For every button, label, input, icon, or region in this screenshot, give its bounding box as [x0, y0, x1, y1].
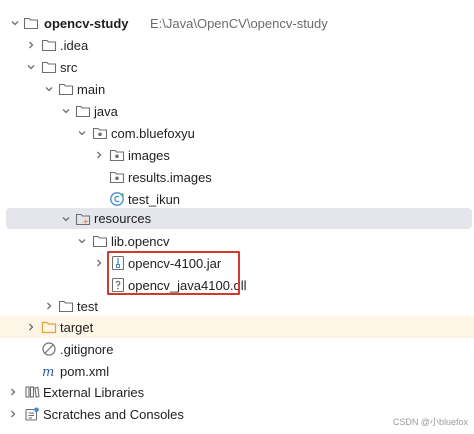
chevron-down-icon[interactable]	[9, 17, 21, 29]
chevron-right-icon[interactable]	[7, 408, 19, 420]
tree-item-external-libraries[interactable]: External Libraries	[0, 381, 474, 403]
tree-item-main[interactable]: main	[0, 78, 474, 100]
package-icon	[109, 169, 125, 185]
tree-item-target[interactable]: target	[0, 316, 474, 338]
chevron-right-icon[interactable]	[93, 149, 105, 161]
java-class-icon	[109, 191, 125, 207]
folder-icon	[23, 15, 39, 31]
chevron-right-icon[interactable]	[7, 386, 19, 398]
tree-item-results-images[interactable]: results.images	[0, 166, 474, 188]
folder-icon	[58, 81, 74, 97]
watermark: CSDN @小bluefox	[392, 417, 468, 427]
project-path: E:\Java\OpenCV\opencv-study	[150, 15, 328, 31]
chevron-down-icon[interactable]	[76, 235, 88, 247]
tree-item-label: External Libraries	[43, 384, 145, 400]
maven-icon: m	[41, 363, 57, 379]
chevron-right-icon[interactable]	[25, 39, 37, 51]
folder-icon	[41, 37, 57, 53]
library-icon	[24, 384, 40, 400]
folder-icon	[41, 59, 57, 75]
tree-item-label: lib.opencv	[111, 233, 170, 249]
tree-item-label: Scratches and Consoles	[43, 406, 184, 422]
folder-icon	[92, 233, 108, 249]
chevron-right-icon[interactable]	[43, 300, 55, 312]
chevron-down-icon[interactable]	[60, 213, 72, 225]
tree-item-label: test_ikun	[128, 191, 181, 207]
tree-item-idea[interactable]: .idea	[0, 34, 474, 56]
resources-folder-icon	[75, 211, 91, 227]
ignore-file-icon	[41, 341, 57, 357]
tree-item-test-ikun[interactable]: test_ikun	[0, 188, 474, 210]
project-name: opencv-study	[44, 15, 129, 31]
chevron-right-icon[interactable]	[25, 321, 37, 333]
tree-item-test[interactable]: test	[0, 295, 474, 317]
tree-item-resources[interactable]: resources	[6, 208, 472, 229]
tree-item-lib-opencv[interactable]: lib.opencv	[0, 230, 474, 252]
tree-item-label: test	[77, 298, 98, 314]
tree-item-label: .gitignore	[60, 341, 114, 357]
tree-item-label: images	[128, 147, 170, 163]
chevron-down-icon[interactable]	[60, 105, 72, 117]
tree-item-opencv-study[interactable]: opencv-study E:\Java\OpenCV\opencv-study	[0, 12, 474, 34]
project-tree: opencv-study E:\Java\OpenCV\opencv-study…	[0, 0, 474, 434]
tree-item-images[interactable]: images	[0, 144, 474, 166]
scratches-icon	[24, 406, 40, 422]
tree-item-label: target	[60, 319, 94, 335]
tree-item-label: java	[94, 103, 118, 119]
source-folder-icon	[75, 103, 91, 119]
chevron-down-icon[interactable]	[25, 61, 37, 73]
svg-text:m: m	[42, 365, 54, 379]
tree-item-gitignore[interactable]: .gitignore	[0, 338, 474, 360]
tree-item-pom[interactable]: m pom.xml	[0, 360, 474, 382]
tree-item-label: resources	[94, 211, 152, 226]
excluded-folder-icon	[41, 319, 57, 335]
tree-item-package[interactable]: com.bluefoxyu	[0, 122, 474, 144]
tree-item-label: results.images	[128, 169, 212, 185]
package-icon	[92, 125, 108, 141]
chevron-down-icon[interactable]	[43, 83, 55, 95]
folder-icon	[58, 298, 74, 314]
tree-item-label: pom.xml	[60, 363, 110, 379]
tree-item-label: .idea	[60, 37, 89, 53]
tree-item-label: src	[60, 59, 78, 75]
chevron-down-icon[interactable]	[76, 127, 88, 139]
tree-item-label: com.bluefoxyu	[111, 125, 195, 141]
package-icon	[109, 147, 125, 163]
tree-item-label: main	[77, 81, 106, 97]
tree-item-java[interactable]: java	[0, 100, 474, 122]
highlight-box	[107, 251, 240, 295]
chevron-right-icon[interactable]	[93, 257, 105, 269]
tree-item-src[interactable]: src	[0, 56, 474, 78]
